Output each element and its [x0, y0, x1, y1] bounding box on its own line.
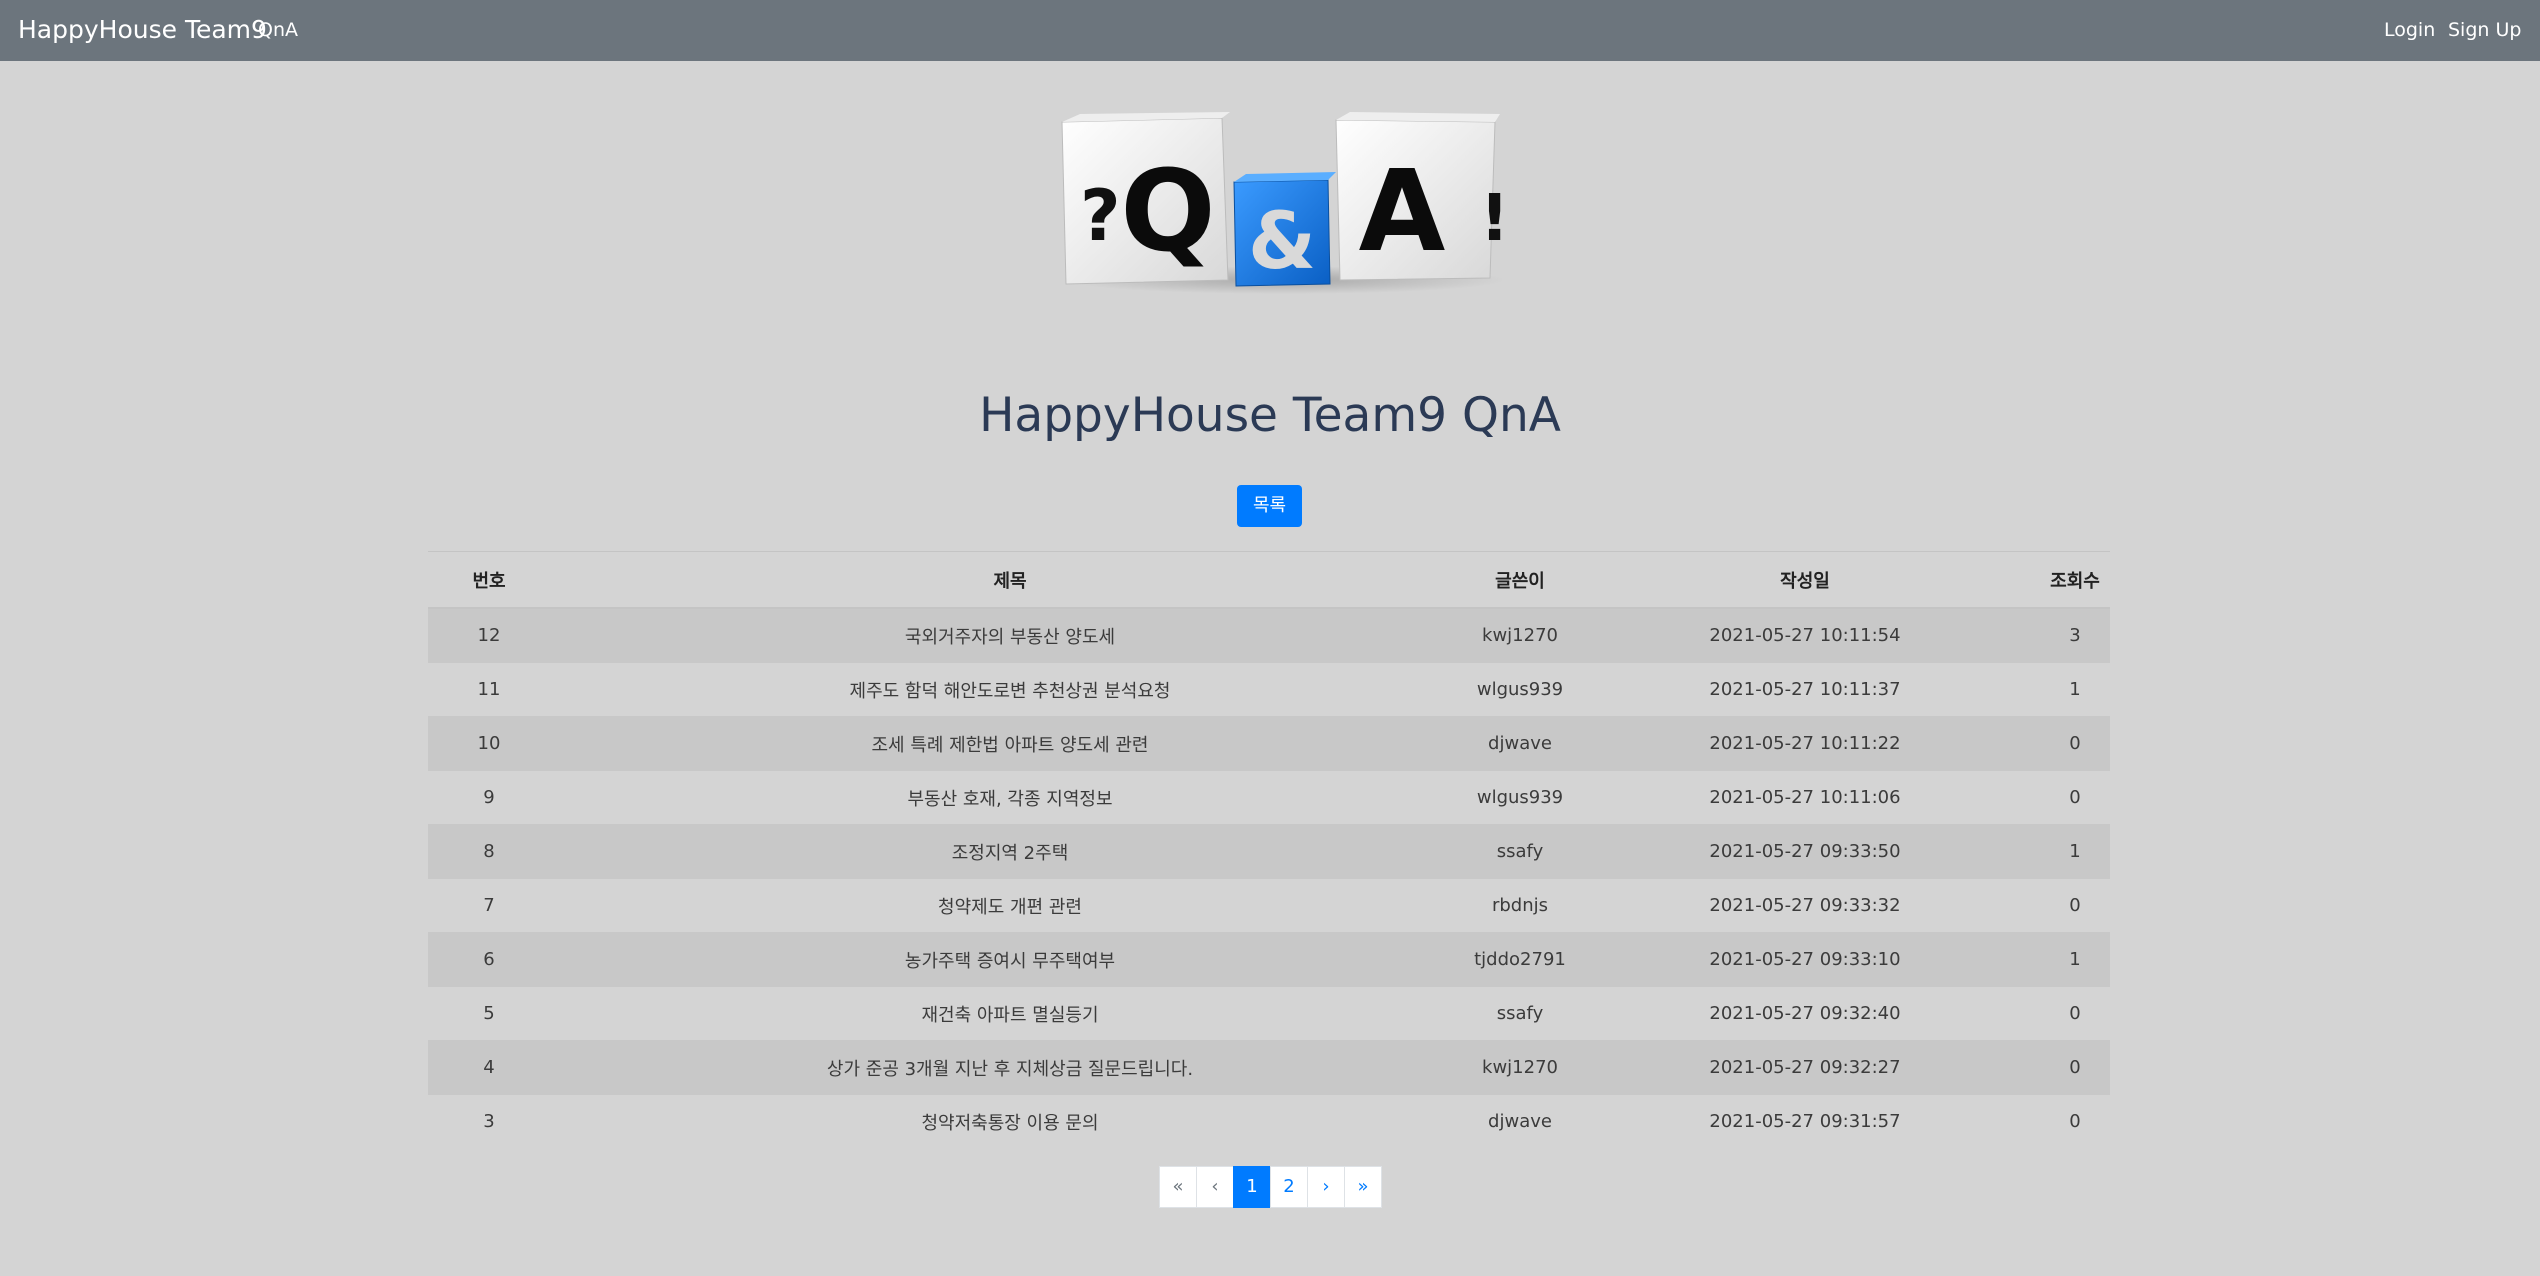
row-writer: ssafy [1470, 824, 1570, 879]
table-row[interactable]: 5 재건축 아파트 멸실등기 ssafy 2021-05-27 09:32:40 0 [428, 986, 2110, 1041]
row-date: 2021-05-27 09:32:27 [1570, 1040, 2040, 1095]
list-button[interactable]: 목록 [1237, 485, 1302, 527]
row-number: 9 [428, 770, 550, 825]
table-row[interactable]: 8 조정지역 2주택 ssafy 2021-05-27 09:33:50 1 [428, 824, 2110, 879]
row-views: 0 [2040, 1040, 2110, 1095]
exclamation-glyph: ! [1480, 182, 1509, 256]
row-views: 1 [2040, 824, 2110, 879]
header-writer: 글쓴이 [1470, 551, 1570, 609]
row-number: 6 [428, 932, 550, 987]
row-title-link[interactable]: 제주도 함덕 해안도로변 추천상권 분석요청 [550, 662, 1470, 717]
q-letter-glyph: Q [1120, 147, 1215, 277]
row-writer: wlgus939 [1470, 770, 1570, 825]
page-prev-button[interactable]: ‹ [1196, 1166, 1234, 1208]
table-header-row: 번호 제목 글쓴이 작성일 조회수 [428, 551, 2110, 609]
row-title-link[interactable]: 청약제도 개편 관련 [550, 878, 1470, 933]
table-row[interactable]: 7 청약제도 개편 관련 rbdnjs 2021-05-27 09:33:32 0 [428, 878, 2110, 933]
row-number: 8 [428, 824, 550, 879]
row-date: 2021-05-27 09:31:57 [1570, 1094, 2040, 1148]
page-last-button[interactable]: » [1344, 1166, 1382, 1208]
nav-link-login[interactable]: Login [2384, 0, 2435, 61]
row-writer: rbdnjs [1470, 878, 1570, 933]
row-title-link[interactable]: 상가 준공 3개월 지난 후 지체상금 질문드립니다. [550, 1040, 1470, 1095]
nav-link-qna[interactable]: QnA [258, 0, 298, 61]
row-views: 0 [2040, 986, 2110, 1041]
page-1-button[interactable]: 1 [1233, 1166, 1271, 1208]
row-title-link[interactable]: 재건축 아파트 멸실등기 [550, 986, 1470, 1041]
question-mark-glyph: ? [1080, 175, 1121, 257]
header-views: 조회수 [2040, 551, 2110, 609]
table-row[interactable]: 11 제주도 함덕 해안도로변 추천상권 분석요청 wlgus939 2021-05-… [428, 662, 2110, 717]
row-writer: kwj1270 [1470, 607, 1570, 663]
row-number: 12 [428, 607, 550, 663]
row-date: 2021-05-27 10:11:06 [1570, 770, 2040, 825]
row-number: 10 [428, 716, 550, 771]
row-number: 11 [428, 662, 550, 717]
row-title-link[interactable]: 조정지역 2주택 [550, 824, 1470, 879]
row-number: 5 [428, 986, 550, 1041]
row-number: 3 [428, 1094, 550, 1148]
page-next-button[interactable]: › [1307, 1166, 1345, 1208]
row-writer: kwj1270 [1470, 1040, 1570, 1095]
row-date: 2021-05-27 10:11:37 [1570, 662, 2040, 717]
row-views: 1 [2040, 932, 2110, 987]
qna-hero-image: ? Q A ! & [1050, 108, 1520, 298]
table-row[interactable]: 4 상가 준공 3개월 지난 후 지체상금 질문드립니다. kwj1270 2021-… [428, 1040, 2110, 1095]
row-date: 2021-05-27 10:11:54 [1570, 607, 2040, 663]
row-number: 7 [428, 878, 550, 933]
row-date: 2021-05-27 09:32:40 [1570, 986, 2040, 1041]
row-writer: ssafy [1470, 986, 1570, 1041]
top-navbar: HappyHouse Team9 QnA Login Sign Up [0, 0, 2540, 61]
page-title: HappyHouse Team9 QnA [979, 388, 1561, 443]
row-date: 2021-05-27 09:33:10 [1570, 932, 2040, 987]
row-views: 0 [2040, 878, 2110, 933]
row-date: 2021-05-27 09:33:32 [1570, 878, 2040, 933]
header-title: 제목 [550, 551, 1470, 609]
row-views: 0 [2040, 716, 2110, 771]
row-writer: djwave [1470, 716, 1570, 771]
table-row[interactable]: 10 조세 특례 제한법 아파트 양도세 관련 djwave 2021-05-27 1… [428, 716, 2110, 771]
table-row[interactable]: 12 국외거주자의 부동산 양도세 kwj1270 2021-05-27 10:11:… [428, 607, 2110, 663]
row-title-link[interactable]: 청약저축통장 이용 문의 [550, 1094, 1470, 1148]
row-writer: djwave [1470, 1094, 1570, 1148]
a-letter-glyph: A [1359, 147, 1446, 277]
nav-link-signup[interactable]: Sign Up [2448, 0, 2521, 61]
ampersand-glyph: & [1248, 197, 1316, 287]
pagination: « ‹ 1 2 › » [1159, 1166, 1382, 1208]
row-views: 1 [2040, 662, 2110, 717]
row-title-link[interactable]: 부동산 호재, 각종 지역정보 [550, 770, 1470, 825]
row-writer: tjddo2791 [1470, 932, 1570, 987]
header-date: 작성일 [1570, 551, 2040, 609]
page-first-button[interactable]: « [1159, 1166, 1197, 1208]
row-title-link[interactable]: 조세 특례 제한법 아파트 양도세 관련 [550, 716, 1470, 771]
row-date: 2021-05-27 09:33:50 [1570, 824, 2040, 879]
qna-dice-icon: ? Q A ! & [1061, 112, 1509, 294]
brand-link[interactable]: HappyHouse Team9 [18, 0, 267, 61]
row-number: 4 [428, 1040, 550, 1095]
qna-table: 번호 제목 글쓴이 작성일 조회수 12 국외거주자의 부동산 양도세 kwj127… [428, 551, 2110, 1148]
row-title-link[interactable]: 농가주택 증여시 무주택여부 [550, 932, 1470, 987]
table-row[interactable]: 9 부동산 호재, 각종 지역정보 wlgus939 2021-05-27 10:11… [428, 770, 2110, 825]
page-2-button[interactable]: 2 [1270, 1166, 1308, 1208]
row-views: 0 [2040, 1094, 2110, 1148]
row-title-link[interactable]: 국외거주자의 부동산 양도세 [550, 607, 1470, 663]
row-views: 3 [2040, 607, 2110, 663]
header-number: 번호 [428, 551, 550, 609]
table-row[interactable]: 6 농가주택 증여시 무주택여부 tjddo2791 2021-05-27 09:33… [428, 932, 2110, 987]
table-row[interactable]: 3 청약저축통장 이용 문의 djwave 2021-05-27 09:31:57 0 [428, 1094, 2110, 1148]
row-views: 0 [2040, 770, 2110, 825]
row-writer: wlgus939 [1470, 662, 1570, 717]
row-date: 2021-05-27 10:11:22 [1570, 716, 2040, 771]
